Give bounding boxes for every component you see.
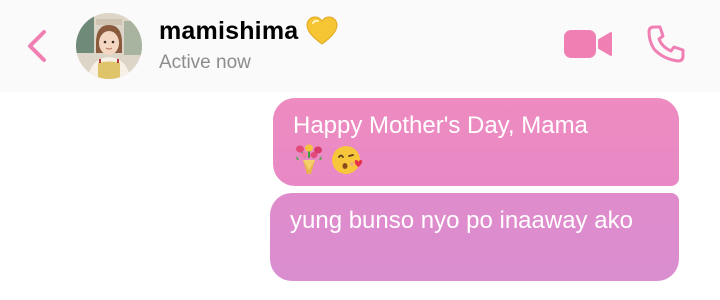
bouquet-icon — [296, 144, 322, 174]
active-status: Active now — [159, 52, 251, 73]
back-button[interactable] — [22, 26, 54, 66]
message-emojis — [293, 144, 363, 176]
contact-name: mamishima — [159, 16, 299, 45]
message-text: Happy Mother's Day, Mama — [293, 112, 588, 139]
message-text: yung bunso nyo po inaaway ako — [290, 207, 633, 234]
avatar[interactable] — [76, 13, 142, 79]
chat-header: mamishima Active now — [0, 0, 720, 92]
chevron-left-icon — [28, 30, 46, 62]
avatar-image — [76, 13, 142, 79]
video-call-button[interactable] — [563, 28, 613, 60]
message-bubble[interactable]: yung bunso nyo po inaaway ako — [270, 193, 679, 281]
video-camera-icon — [564, 30, 612, 58]
yellow-heart-icon — [306, 16, 338, 46]
kissing-face-icon — [332, 146, 363, 174]
phone-call-button[interactable] — [646, 24, 686, 64]
message-bubble[interactable]: Happy Mother's Day, Mama — [273, 98, 679, 186]
phone-icon — [647, 25, 685, 63]
chat-screen: mamishima Active now Happy Mother's Day,… — [0, 0, 720, 300]
contact-name-row[interactable]: mamishima — [159, 14, 338, 48]
